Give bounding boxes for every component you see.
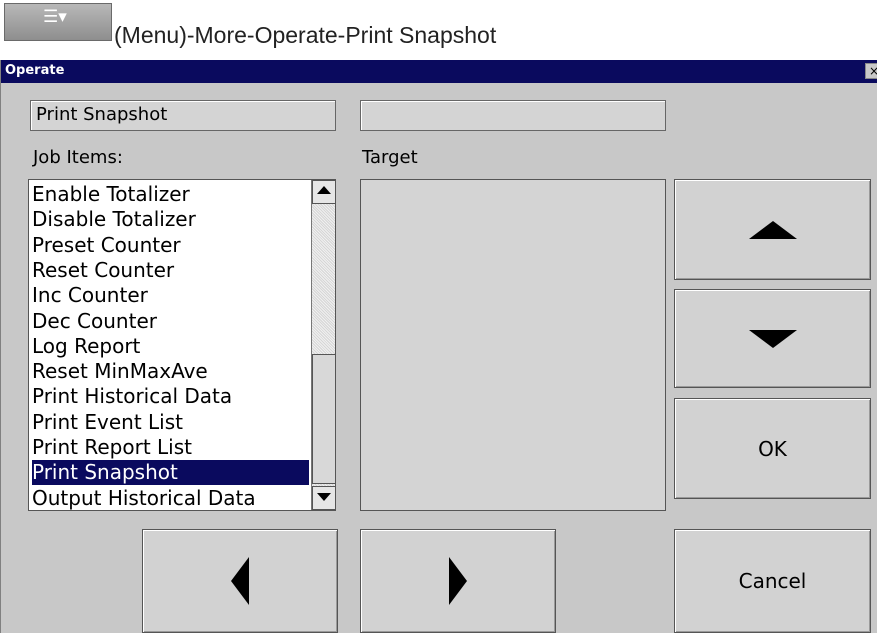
move-up-button[interactable]: [674, 179, 871, 280]
job-items-list[interactable]: Enable Totalizer Disable Totalizer Preset …: [28, 179, 336, 511]
operate-window: Operate × Print Snapshot Job Items: Targ…: [0, 60, 877, 633]
move-right-button[interactable]: [360, 529, 556, 633]
scroll-down-button[interactable]: [312, 486, 335, 510]
caption-text: (Menu)-More-Operate-Print Snapshot: [114, 22, 497, 48]
list-item[interactable]: Reset Counter: [32, 258, 174, 283]
ok-label: OK: [758, 436, 787, 461]
list-item[interactable]: Disable Totalizer: [32, 207, 196, 232]
list-item[interactable]: Log Report: [32, 334, 140, 359]
move-left-button[interactable]: [142, 529, 338, 633]
cancel-button[interactable]: Cancel: [674, 529, 871, 633]
list-item[interactable]: Print Event List: [32, 410, 183, 435]
scroll-down-icon: [317, 493, 331, 501]
ok-button[interactable]: OK: [674, 398, 871, 499]
arrow-right-icon: [449, 557, 467, 605]
list-item[interactable]: Print Historical Data: [32, 384, 232, 409]
close-button[interactable]: ×: [865, 63, 877, 79]
target-list[interactable]: [360, 179, 666, 511]
list-item[interactable]: Print Report List: [32, 435, 192, 460]
list-item[interactable]: Dec Counter: [32, 309, 157, 334]
arrow-left-icon: [231, 557, 249, 605]
job-items-label: Job Items:: [33, 147, 123, 168]
list-item[interactable]: Inc Counter: [32, 283, 148, 308]
close-icon: ×: [869, 64, 877, 78]
list-item[interactable]: Preset Counter: [32, 233, 181, 258]
menu-button[interactable]: ☰▾: [4, 3, 112, 41]
list-item[interactable]: Print Snapshot: [32, 460, 309, 486]
move-down-button[interactable]: [674, 289, 871, 388]
arrow-down-icon: [748, 329, 797, 348]
window-title: Operate: [5, 63, 65, 78]
scroll-up-button[interactable]: [312, 180, 335, 204]
list-item[interactable]: Output Historical Data: [32, 486, 256, 510]
title-bar: Operate ×: [1, 60, 877, 83]
target-label: Target: [362, 147, 418, 168]
menu-icon: ☰▾: [43, 7, 67, 27]
list-item[interactable]: Reset MinMaxAve: [32, 359, 208, 384]
arrow-up-icon: [748, 220, 797, 239]
job-field[interactable]: Print Snapshot: [30, 100, 336, 131]
scroll-up-icon: [317, 186, 331, 194]
cancel-label: Cancel: [738, 569, 807, 593]
list-item[interactable]: Enable Totalizer: [32, 182, 190, 207]
scroll-thumb[interactable]: [312, 354, 335, 484]
target-field[interactable]: [360, 100, 666, 131]
list-scrollbar[interactable]: [311, 180, 335, 510]
